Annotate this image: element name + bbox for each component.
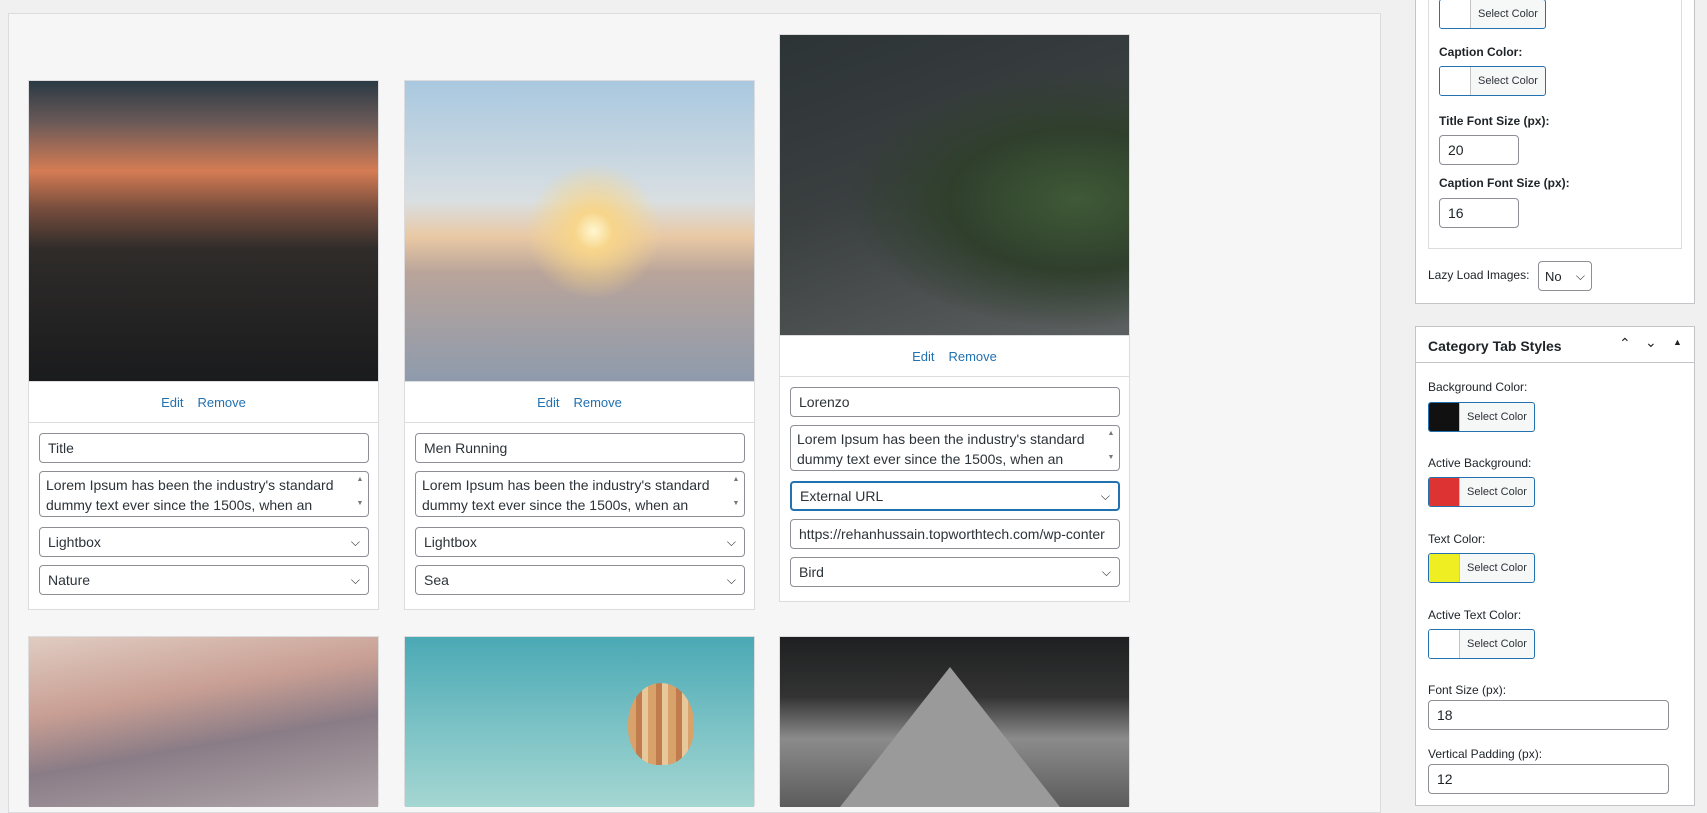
remove-link[interactable]: Remove	[948, 349, 996, 364]
vertical-padding-label: Vertical Padding (px):	[1428, 747, 1543, 761]
caption-text: Lorem Ipsum has been the industry's stan…	[46, 477, 334, 513]
edit-link[interactable]: Edit	[161, 395, 183, 410]
link-type-select[interactable]: External URL ⌵	[790, 481, 1120, 511]
background-color-picker[interactable]: Select Color	[1428, 402, 1535, 432]
color-swatch	[1440, 67, 1471, 95]
color-swatch	[1429, 403, 1460, 431]
select-color-label: Select Color	[1467, 638, 1527, 650]
font-size-label: Font Size (px):	[1428, 683, 1507, 697]
title-input[interactable]: Title	[39, 433, 369, 463]
gallery-image-balloon[interactable]	[405, 637, 754, 807]
color-swatch	[1429, 554, 1460, 582]
style-subpanel: Select Color Caption Color: Select Color…	[1428, 0, 1682, 249]
panel-title: Category Tab Styles	[1428, 338, 1562, 354]
item-actions: Edit Remove	[29, 381, 378, 423]
move-down-icon[interactable]: ⌄	[1645, 334, 1657, 351]
caption-textarea[interactable]: Lorem Ipsum has been the industry's stan…	[415, 471, 745, 517]
caption-textarea[interactable]: Lorem Ipsum has been the industry's stan…	[39, 471, 369, 517]
edit-link[interactable]: Edit	[912, 349, 934, 364]
gallery-style-panel: Select Color Caption Color: Select Color…	[1415, 0, 1695, 304]
gallery-image-sunset[interactable]	[29, 81, 378, 381]
text-color-picker[interactable]: Select Color	[1428, 553, 1535, 583]
gallery-item-card	[28, 636, 379, 807]
mountain-shape	[840, 667, 1060, 807]
chevron-down-icon: ⌵	[1575, 268, 1585, 283]
gallery-item-card: Edit Remove Lorenzo Lorem Ipsum has been…	[779, 34, 1130, 602]
remove-link[interactable]: Remove	[197, 395, 245, 410]
caption-textarea[interactable]: Lorem Ipsum has been the industry's stan…	[790, 425, 1120, 471]
caption-font-size-label: Caption Font Size (px):	[1439, 176, 1570, 190]
edit-link[interactable]: Edit	[537, 395, 559, 410]
color-swatch	[1429, 630, 1460, 658]
lazy-load-value: No	[1545, 268, 1562, 284]
chevron-down-icon: ⌵	[350, 534, 360, 549]
category-select[interactable]: Bird ⌵	[790, 557, 1120, 587]
link-type-value: External URL	[800, 488, 884, 504]
caption-color-picker[interactable]: Select Color	[1439, 66, 1546, 96]
title-input[interactable]: Lorenzo	[790, 387, 1120, 417]
select-color-label: Select Color	[1478, 8, 1538, 20]
title-font-size-label: Title Font Size (px):	[1439, 114, 1550, 128]
textarea-scrollbar[interactable]: ▲ ▼	[730, 474, 742, 514]
active-text-color-picker[interactable]: Select Color	[1428, 629, 1535, 659]
select-color-label: Select Color	[1467, 486, 1527, 498]
gallery-image-puffin[interactable]	[780, 35, 1129, 335]
caption-color-label: Caption Color:	[1439, 45, 1523, 59]
text-color-label: Text Color:	[1428, 532, 1486, 546]
chevron-down-icon: ⌵	[350, 572, 360, 587]
background-color-label: Background Color:	[1428, 380, 1528, 394]
link-type-value: Lightbox	[48, 534, 101, 550]
gallery-image-clouds[interactable]	[29, 637, 378, 807]
chevron-down-icon: ⌵	[726, 534, 736, 549]
balloon-shape	[628, 683, 694, 765]
title-font-size-input[interactable]: 20	[1439, 135, 1519, 165]
textarea-scrollbar[interactable]: ▲ ▼	[354, 474, 366, 514]
active-background-picker[interactable]: Select Color	[1428, 477, 1535, 507]
link-type-select[interactable]: Lightbox ⌵	[39, 527, 369, 557]
gallery-image-men-running[interactable]	[405, 81, 754, 381]
title-input[interactable]: Men Running	[415, 433, 745, 463]
active-text-color-label: Active Text Color:	[1428, 608, 1522, 622]
select-color-label: Select Color	[1478, 75, 1538, 87]
lazy-load-select[interactable]: No ⌵	[1538, 261, 1592, 291]
gallery-item-card	[404, 636, 755, 807]
color-swatch	[1440, 0, 1471, 28]
category-select[interactable]: Nature ⌵	[39, 565, 369, 595]
link-type-value: Lightbox	[424, 534, 477, 550]
chevron-down-icon: ⌵	[726, 572, 736, 587]
font-size-input[interactable]: 18	[1428, 700, 1669, 730]
textarea-scrollbar[interactable]: ▲ ▼	[1105, 428, 1117, 468]
item-actions: Edit Remove	[780, 335, 1129, 377]
select-color-label: Select Color	[1467, 562, 1527, 574]
category-value: Bird	[799, 564, 824, 580]
move-up-icon[interactable]: ⌃	[1619, 335, 1631, 352]
gallery-item-card	[779, 636, 1130, 807]
lazy-load-label: Lazy Load Images:	[1428, 268, 1530, 282]
caption-text: Lorem Ipsum has been the industry's stan…	[422, 477, 710, 513]
chevron-down-icon: ⌵	[1100, 488, 1110, 503]
link-type-select[interactable]: Lightbox ⌵	[415, 527, 745, 557]
color-swatch	[1429, 478, 1460, 506]
chevron-down-icon: ⌵	[1101, 564, 1111, 579]
external-url-input[interactable]: https://rehanhussain.topworthtech.com/wp…	[790, 519, 1120, 549]
gallery-item-card: Edit Remove Title Lorem Ipsum has been t…	[28, 80, 379, 610]
vertical-padding-input[interactable]: 12	[1428, 764, 1669, 794]
category-select[interactable]: Sea ⌵	[415, 565, 745, 595]
category-value: Sea	[424, 572, 449, 588]
collapse-toggle-icon[interactable]: ▲	[1673, 337, 1682, 347]
gallery-image-mountain[interactable]	[780, 637, 1129, 807]
settings-sidebar: Select Color Caption Color: Select Color…	[1393, 0, 1707, 806]
caption-font-size-input[interactable]: 16	[1439, 198, 1519, 228]
caption-text: Lorem Ipsum has been the industry's stan…	[797, 431, 1085, 467]
gallery-item-card: Edit Remove Men Running Lorem Ipsum has …	[404, 80, 755, 610]
category-value: Nature	[48, 572, 91, 588]
category-tab-styles-panel: Category Tab Styles ⌃ ⌄ ▲ Background Col…	[1415, 326, 1695, 806]
active-background-label: Active Background:	[1428, 456, 1532, 470]
item-actions: Edit Remove	[405, 381, 754, 423]
panel-header: Category Tab Styles ⌃ ⌄ ▲	[1416, 327, 1694, 363]
title-color-picker[interactable]: Select Color	[1439, 0, 1546, 29]
remove-link[interactable]: Remove	[573, 395, 621, 410]
select-color-label: Select Color	[1467, 411, 1527, 423]
